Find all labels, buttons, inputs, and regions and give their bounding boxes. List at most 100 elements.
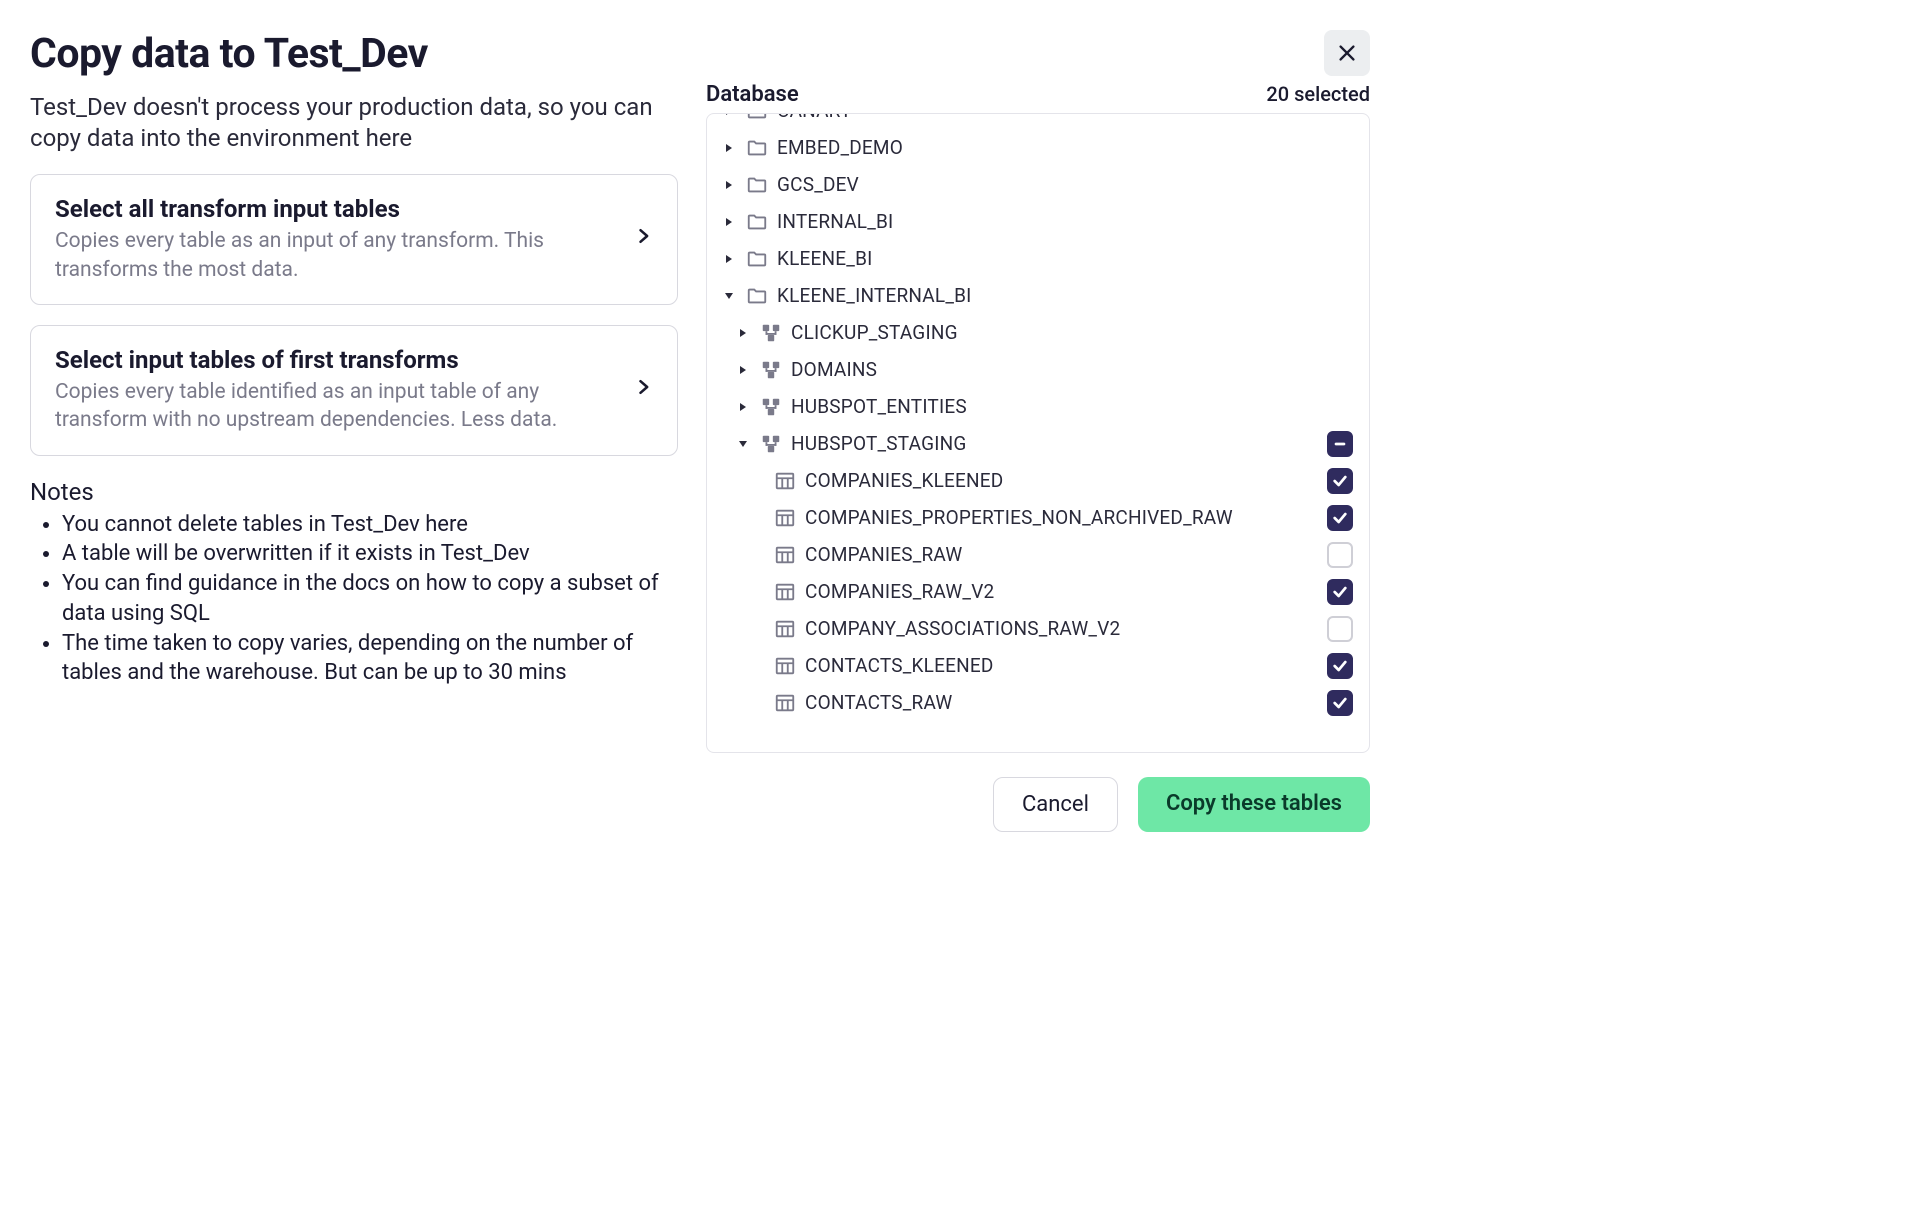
schema-icon	[759, 322, 783, 344]
option-select-all-inputs[interactable]: Select all transform input tables Copies…	[30, 174, 678, 305]
tree-item-label: GCS_DEV	[777, 173, 1369, 196]
caret-down-icon[interactable]	[721, 291, 737, 301]
caret-right-icon[interactable]	[721, 254, 737, 264]
note-item: A table will be overwritten if it exists…	[62, 539, 678, 569]
chevron-right-icon	[633, 373, 653, 408]
caret-right-icon[interactable]	[735, 365, 751, 375]
option-desc: Copies every table as an input of any tr…	[55, 227, 617, 284]
option-text: Select all transform input tables Copies…	[55, 195, 617, 284]
schema-icon	[759, 433, 783, 455]
schema-icon	[759, 359, 783, 381]
caret-right-icon[interactable]	[735, 328, 751, 338]
dialog-header: Copy data to Test_Dev	[30, 20, 1370, 78]
tree-checkbox[interactable]	[1327, 468, 1353, 494]
copy-tables-button[interactable]: Copy these tables	[1138, 777, 1370, 832]
tree-checkbox[interactable]	[1327, 616, 1353, 642]
dialog-subtitle: Test_Dev doesn't process your production…	[30, 92, 670, 154]
tree-item-label: CONTACTS_KLEENED	[805, 654, 1327, 677]
option-text: Select input tables of first transforms …	[55, 346, 617, 435]
folder-icon	[745, 114, 769, 122]
note-item: You can find guidance in the docs on how…	[62, 569, 678, 628]
tree-item-label: INTERNAL_BI	[777, 210, 1369, 233]
table-icon	[773, 581, 797, 603]
tree-checkbox[interactable]	[1327, 653, 1353, 679]
tree-row-schema[interactable]: DOMAINS	[707, 351, 1369, 388]
caret-down-icon[interactable]	[735, 439, 751, 449]
dialog-footer: Cancel Copy these tables	[706, 777, 1370, 832]
tree-row-table[interactable]: COMPANIES_PROPERTIES_NON_ARCHIVED_RAW	[707, 499, 1369, 536]
left-column: Test_Dev doesn't process your production…	[30, 78, 678, 832]
table-icon	[773, 544, 797, 566]
database-tree-panel: CANARY EMBED_DEMO GCS_DEV INTERNAL_BI KLEENE…	[706, 113, 1370, 753]
database-tree-scroll[interactable]: CANARY EMBED_DEMO GCS_DEV INTERNAL_BI KLEENE…	[707, 114, 1369, 752]
folder-icon	[745, 211, 769, 233]
option-select-first-inputs[interactable]: Select input tables of first transforms …	[30, 325, 678, 456]
note-item: You cannot delete tables in Test_Dev her…	[62, 510, 678, 540]
tree-item-label: KLEENE_BI	[777, 247, 1369, 270]
tree-item-label: HUBSPOT_ENTITIES	[791, 395, 1369, 418]
tree-item-label: KLEENE_INTERNAL_BI	[777, 284, 1369, 307]
tree-item-label: EMBED_DEMO	[777, 136, 1369, 159]
tree-row-folder[interactable]: KLEENE_BI	[707, 240, 1369, 277]
tree-row-table[interactable]: COMPANIES_RAW	[707, 536, 1369, 573]
folder-icon	[745, 248, 769, 270]
tree-item-label: COMPANIES_KLEENED	[805, 469, 1327, 492]
tree-checkbox[interactable]	[1327, 579, 1353, 605]
table-icon	[773, 655, 797, 677]
folder-icon	[745, 174, 769, 196]
caret-right-icon[interactable]	[721, 114, 737, 116]
right-column: Database 20 selected CANARY EMBED_DEMO GCS…	[706, 78, 1370, 832]
tree-row-schema[interactable]: HUBSPOT_ENTITIES	[707, 388, 1369, 425]
folder-icon	[745, 137, 769, 159]
tree-item-label: DOMAINS	[791, 358, 1369, 381]
tree-row-schema[interactable]: HUBSPOT_STAGING	[707, 425, 1369, 462]
copy-data-dialog: Copy data to Test_Dev Test_Dev doesn't p…	[30, 20, 1370, 870]
tree-item-label: CONTACTS_RAW	[805, 691, 1327, 714]
note-item: The time taken to copy varies, depending…	[62, 629, 678, 688]
tree-row-table[interactable]: COMPANIES_RAW_V2	[707, 573, 1369, 610]
tree-item-label: CLICKUP_STAGING	[791, 321, 1369, 344]
tree-row-table[interactable]: COMPANIES_KLEENED	[707, 462, 1369, 499]
tree-row-table[interactable]: CONTACTS_RAW	[707, 684, 1369, 721]
option-desc: Copies every table identified as an inpu…	[55, 378, 617, 435]
selected-count: 20 selected	[1266, 82, 1370, 106]
notes-heading: Notes	[30, 478, 678, 506]
tree-item-label: COMPANIES_RAW	[805, 543, 1327, 566]
notes-list: You cannot delete tables in Test_Dev her…	[30, 510, 678, 688]
tree-checkbox[interactable]	[1327, 542, 1353, 568]
database-header: Database 20 selected	[706, 78, 1370, 107]
option-title: Select input tables of first transforms	[55, 346, 617, 374]
dialog-title: Copy data to Test_Dev	[30, 30, 428, 78]
tree-row-schema[interactable]: CLICKUP_STAGING	[707, 314, 1369, 351]
tree-row-table[interactable]: COMPANY_ASSOCIATIONS_RAW_V2	[707, 610, 1369, 647]
tree-checkbox[interactable]	[1327, 690, 1353, 716]
chevron-right-icon	[633, 222, 653, 257]
table-icon	[773, 470, 797, 492]
tree-row-table[interactable]: CONTACTS_KLEENED	[707, 647, 1369, 684]
tree-row-folder[interactable]: KLEENE_INTERNAL_BI	[707, 277, 1369, 314]
close-icon	[1336, 42, 1358, 64]
tree-checkbox[interactable]	[1327, 431, 1353, 457]
close-button[interactable]	[1324, 30, 1370, 76]
tree-item-label: COMPANY_ASSOCIATIONS_RAW_V2	[805, 617, 1327, 640]
table-icon	[773, 507, 797, 529]
tree-checkbox[interactable]	[1327, 505, 1353, 531]
tree-row-folder[interactable]: EMBED_DEMO	[707, 129, 1369, 166]
cancel-button[interactable]: Cancel	[993, 777, 1118, 832]
tree-item-label: COMPANIES_PROPERTIES_NON_ARCHIVED_RAW	[805, 506, 1327, 529]
tree-row-folder[interactable]: CANARY	[707, 114, 1369, 129]
database-heading: Database	[706, 82, 799, 107]
tree-item-label: COMPANIES_RAW_V2	[805, 580, 1327, 603]
caret-right-icon[interactable]	[721, 217, 737, 227]
folder-icon	[745, 285, 769, 307]
tree-row-folder[interactable]: INTERNAL_BI	[707, 203, 1369, 240]
caret-right-icon[interactable]	[721, 180, 737, 190]
schema-icon	[759, 396, 783, 418]
dialog-body: Test_Dev doesn't process your production…	[30, 78, 1370, 832]
option-title: Select all transform input tables	[55, 195, 617, 223]
caret-right-icon[interactable]	[735, 402, 751, 412]
table-icon	[773, 618, 797, 640]
tree-row-folder[interactable]: GCS_DEV	[707, 166, 1369, 203]
caret-right-icon[interactable]	[721, 143, 737, 153]
table-icon	[773, 692, 797, 714]
